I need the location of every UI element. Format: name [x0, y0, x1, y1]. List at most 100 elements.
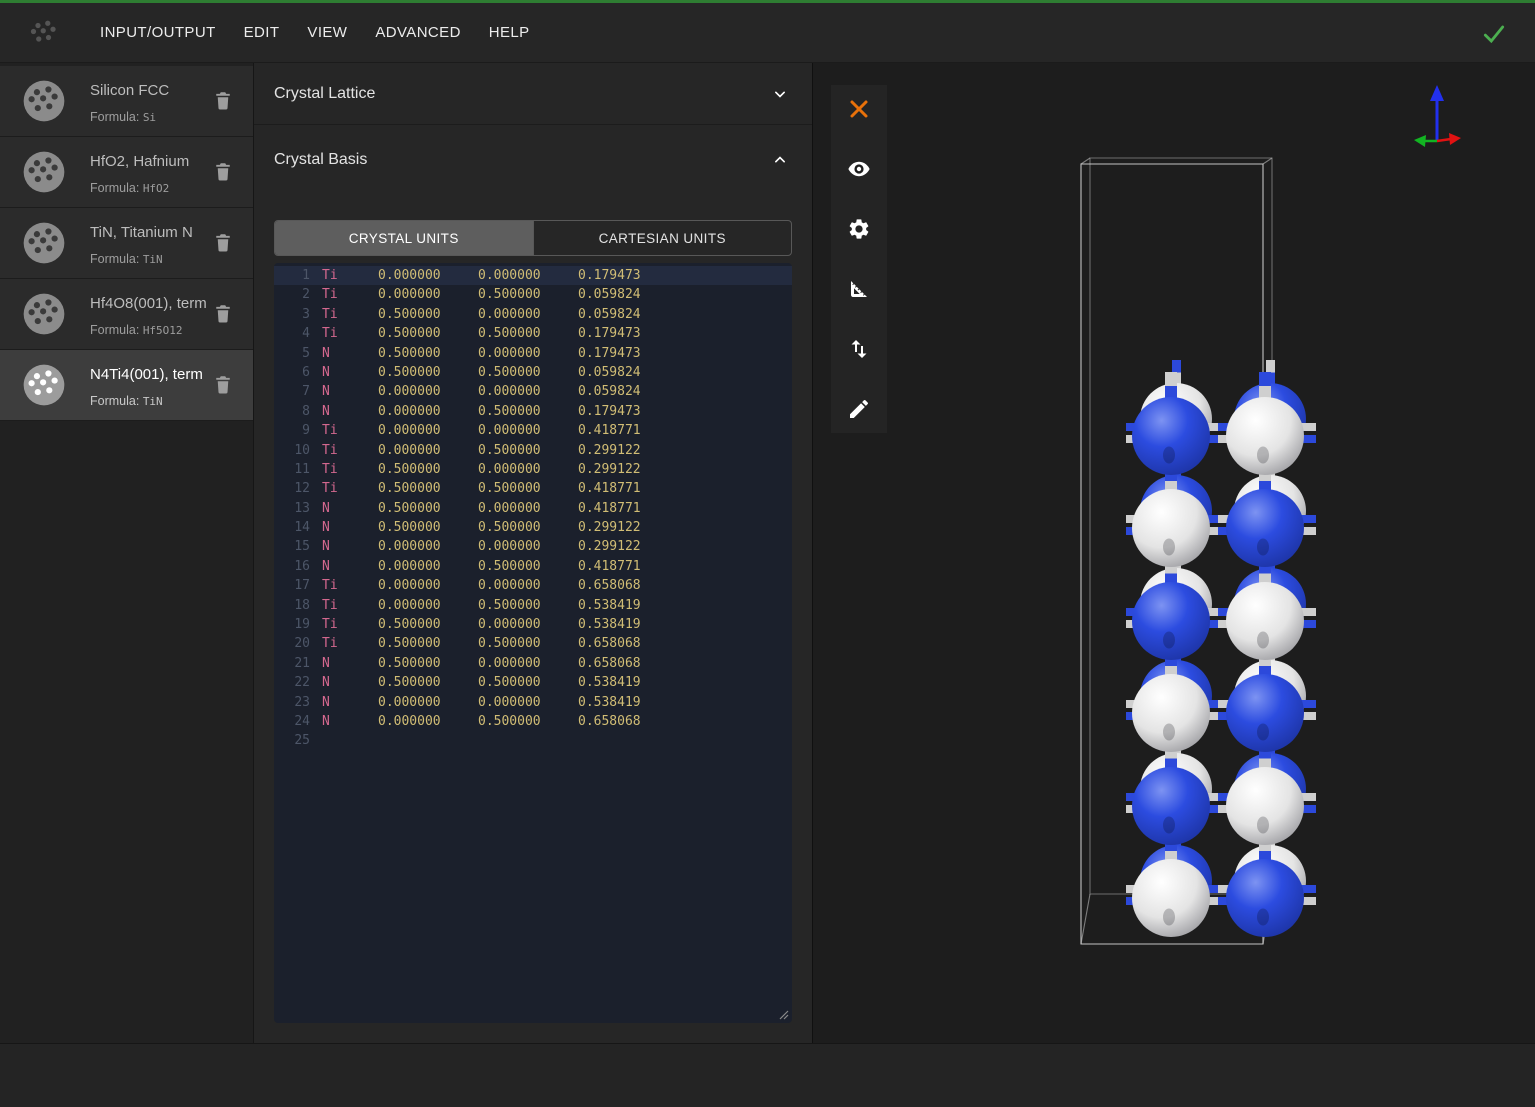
section-crystal-basis[interactable]: Crystal Basis [254, 125, 812, 195]
material-list-item[interactable]: Hf4O8(001), termFormula: Hf5O12 [0, 279, 253, 350]
line-number: 5 [274, 344, 310, 363]
basis-row[interactable]: 15N0.0000000.0000000.299122 [274, 537, 792, 556]
menu-help[interactable]: HELP [475, 14, 544, 51]
swap-axes-button[interactable] [847, 337, 871, 361]
basis-row[interactable]: 16N0.0000000.5000000.418771 [274, 557, 792, 576]
element-symbol: N [322, 518, 330, 537]
dots-cluster-icon [27, 16, 61, 50]
element-symbol: Ti [322, 285, 338, 304]
basis-row[interactable]: 11Ti0.5000000.0000000.299122 [274, 460, 792, 479]
coord-z: 0.059824 [578, 285, 641, 304]
coord-y: 0.500000 [478, 596, 541, 615]
dots-cluster-icon [21, 220, 67, 266]
materials-sidebar: Silicon FCCFormula: Si HfO2, HafniumForm… [0, 63, 254, 1043]
material-formula: Formula: Hf5O12 [90, 323, 183, 337]
menu-edit[interactable]: EDIT [230, 14, 294, 51]
visibility-button[interactable] [847, 157, 871, 181]
settings-button[interactable] [847, 217, 871, 241]
basis-row[interactable]: 7N0.0000000.0000000.059824 [274, 382, 792, 401]
coord-z: 0.538419 [578, 673, 641, 692]
basis-row[interactable]: 5N0.5000000.0000000.179473 [274, 344, 792, 363]
delete-material-button[interactable] [213, 90, 233, 112]
coord-z: 0.658068 [578, 576, 641, 595]
coord-y: 0.000000 [478, 576, 541, 595]
delete-material-button[interactable] [213, 161, 233, 183]
menu-input-output[interactable]: INPUT/OUTPUT [86, 14, 230, 51]
material-avatar-icon [21, 362, 67, 408]
element-symbol: Ti [322, 479, 338, 498]
delete-material-button[interactable] [213, 232, 233, 254]
delete-material-button[interactable] [213, 374, 233, 396]
coord-y: 0.000000 [478, 537, 541, 556]
coord-y: 0.500000 [478, 285, 541, 304]
coord-x: 0.500000 [378, 460, 441, 479]
coord-y: 0.500000 [478, 673, 541, 692]
coord-z: 0.538419 [578, 693, 641, 712]
tab-crystal-units[interactable]: CRYSTAL UNITS [275, 221, 533, 255]
basis-row[interactable]: 9Ti0.0000000.0000000.418771 [274, 421, 792, 440]
close-button[interactable] [847, 97, 871, 121]
coord-y: 0.500000 [478, 712, 541, 731]
material-avatar-icon [21, 149, 67, 195]
delete-material-button[interactable] [213, 303, 233, 325]
basis-row[interactable]: 6N0.5000000.5000000.059824 [274, 363, 792, 382]
coord-z: 0.538419 [578, 615, 641, 634]
material-list-item[interactable]: HfO2, HafniumFormula: HfO2 [0, 137, 253, 208]
basis-row[interactable]: 18Ti0.0000000.5000000.538419 [274, 596, 792, 615]
basis-row[interactable]: 20Ti0.5000000.5000000.658068 [274, 634, 792, 653]
basis-row[interactable]: 2Ti0.0000000.5000000.059824 [274, 285, 792, 304]
coord-z: 0.299122 [578, 537, 641, 556]
resize-handle-icon[interactable] [777, 1008, 789, 1020]
basis-row[interactable]: 8N0.0000000.5000000.179473 [274, 402, 792, 421]
app-logo-icon[interactable] [26, 15, 62, 51]
basis-row[interactable]: 13N0.5000000.0000000.418771 [274, 499, 792, 518]
element-symbol: Ti [322, 460, 338, 479]
line-number: 4 [274, 324, 310, 343]
basis-row[interactable]: 10Ti0.0000000.5000000.299122 [274, 441, 792, 460]
element-symbol: Ti [322, 634, 338, 653]
line-number: 18 [274, 596, 310, 615]
menu-bar: INPUT/OUTPUT EDIT VIEW ADVANCED HELP [0, 3, 1535, 63]
crystal-scene[interactable] [813, 63, 1533, 1043]
line-number: 17 [274, 576, 310, 595]
tab-cartesian-units[interactable]: CARTESIAN UNITS [533, 221, 792, 255]
chevron-up-icon [770, 150, 790, 170]
edit-icon [847, 397, 871, 421]
check-icon[interactable] [1481, 21, 1507, 47]
element-symbol: N [322, 499, 330, 518]
basis-row[interactable]: 12Ti0.5000000.5000000.418771 [274, 479, 792, 498]
material-list-item[interactable]: Silicon FCCFormula: Si [0, 66, 253, 137]
element-symbol: Ti [322, 441, 338, 460]
basis-coordinates-editor[interactable]: 1Ti0.0000000.0000000.1794732Ti0.0000000.… [274, 263, 792, 1023]
measurement-icon [847, 277, 871, 301]
dots-cluster-icon [21, 149, 67, 195]
basis-row[interactable]: 19Ti0.5000000.0000000.538419 [274, 615, 792, 634]
material-list-item[interactable]: N4Ti4(001), termFormula: TiN [0, 350, 253, 421]
coord-y: 0.000000 [478, 460, 541, 479]
dots-cluster-icon [21, 291, 67, 337]
menu-view[interactable]: VIEW [293, 14, 361, 51]
coord-x: 0.000000 [378, 537, 441, 556]
coord-z: 0.658068 [578, 712, 641, 731]
basis-row[interactable]: 4Ti0.5000000.5000000.179473 [274, 324, 792, 343]
basis-row[interactable]: 22N0.5000000.5000000.538419 [274, 673, 792, 692]
basis-row[interactable]: 1Ti0.0000000.0000000.179473 [274, 266, 792, 285]
basis-row[interactable]: 14N0.5000000.5000000.299122 [274, 518, 792, 537]
basis-row[interactable]: 17Ti0.0000000.0000000.658068 [274, 576, 792, 595]
basis-row[interactable]: 3Ti0.5000000.0000000.059824 [274, 305, 792, 324]
line-number: 3 [274, 305, 310, 324]
basis-row[interactable]: 23N0.0000000.0000000.538419 [274, 693, 792, 712]
edit-button[interactable] [847, 397, 871, 421]
basis-row[interactable]: 21N0.5000000.0000000.658068 [274, 654, 792, 673]
measurement-button[interactable] [847, 277, 871, 301]
section-crystal-lattice[interactable]: Crystal Lattice [254, 63, 812, 125]
material-list-item[interactable]: TiN, Titanium NFormula: TiN [0, 208, 253, 279]
viewer-3d[interactable] [813, 63, 1535, 1043]
basis-row[interactable]: 24N0.0000000.5000000.658068 [274, 712, 792, 731]
basis-row-empty[interactable]: 25 [274, 731, 792, 750]
coord-x: 0.500000 [378, 479, 441, 498]
menu-advanced[interactable]: ADVANCED [361, 14, 474, 51]
line-number: 16 [274, 557, 310, 576]
coord-z: 0.059824 [578, 382, 641, 401]
coord-y: 0.000000 [478, 421, 541, 440]
